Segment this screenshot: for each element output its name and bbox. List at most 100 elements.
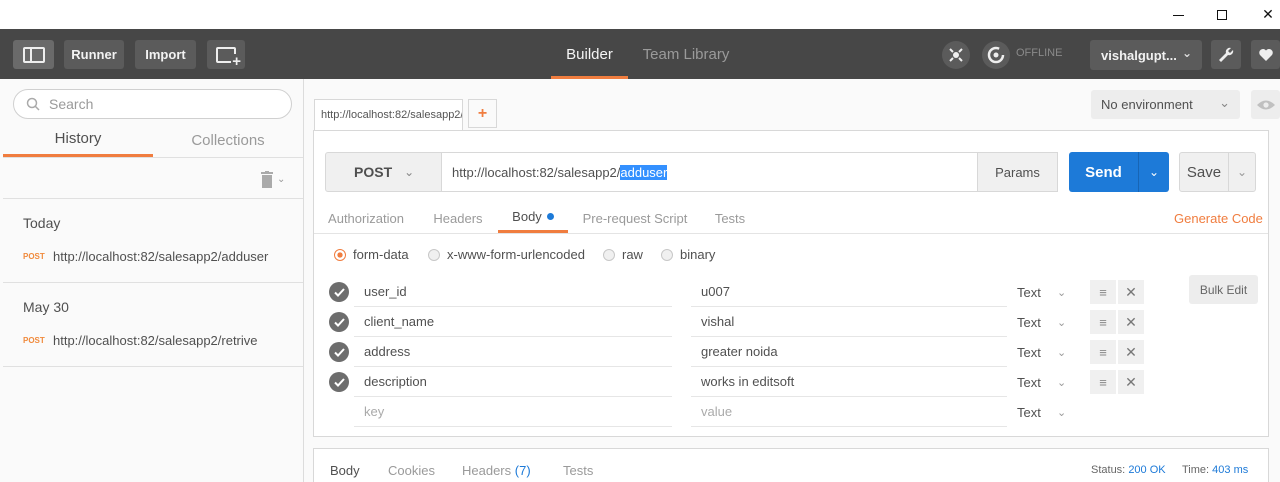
search-icon: [26, 97, 40, 111]
body-mode-urlencoded[interactable]: x-www-form-urlencoded: [428, 247, 585, 262]
body-mode-raw[interactable]: raw: [603, 247, 643, 262]
status-value: 200 OK: [1128, 464, 1166, 476]
chevron-down-icon: ⌄: [1057, 376, 1067, 389]
divider: [314, 233, 1268, 234]
response-tab-tests[interactable]: Tests: [563, 463, 593, 478]
sidebar: Search History Collections ⌄ Today POST …: [0, 79, 304, 482]
delete-row-button[interactable]: ✕: [1118, 310, 1144, 334]
tab-body[interactable]: Body: [498, 203, 568, 233]
row-enabled-checkbox[interactable]: [329, 342, 349, 362]
add-tab-button[interactable]: +: [468, 99, 497, 128]
value-input[interactable]: greater noida: [691, 337, 1007, 367]
maximize-button[interactable]: [1199, 0, 1245, 29]
user-menu-button[interactable]: vishalgupt... ⌄: [1090, 40, 1202, 70]
response-tab-headers[interactable]: Headers (7): [462, 463, 531, 478]
key-input[interactable]: user_id: [354, 277, 672, 307]
row-enabled-checkbox[interactable]: [329, 312, 349, 332]
body-mode-label: x-www-form-urlencoded: [447, 247, 585, 262]
heart-button[interactable]: [1251, 40, 1280, 69]
drag-handle[interactable]: ≡: [1090, 370, 1116, 394]
environment-quick-look-button[interactable]: [1251, 90, 1280, 119]
close-icon: ✕: [1125, 283, 1137, 300]
settings-button[interactable]: [1211, 40, 1241, 69]
save-button[interactable]: Save: [1179, 152, 1229, 192]
environment-value: No environment: [1101, 97, 1193, 112]
close-button[interactable]: ✕: [1245, 0, 1280, 29]
send-button[interactable]: Send: [1069, 152, 1138, 192]
time-label: Time:: [1182, 464, 1210, 476]
value-input[interactable]: works in editsoft: [691, 367, 1007, 397]
radio-selected-icon: [334, 248, 346, 261]
close-icon: ✕: [1125, 373, 1137, 390]
checkmark-icon: [333, 287, 345, 297]
method-select[interactable]: POST ⌄: [325, 152, 442, 192]
tab-tests[interactable]: Tests: [706, 203, 754, 233]
runner-button[interactable]: Runner: [64, 40, 124, 69]
row-enabled-checkbox[interactable]: [329, 282, 349, 302]
response-tab-body[interactable]: Body: [330, 463, 360, 478]
satellite-icon: [949, 48, 963, 62]
url-input[interactable]: http://localhost:82/salesapp2/adduser: [441, 152, 978, 192]
method-badge: POST: [23, 336, 45, 345]
response-tab-cookies[interactable]: Cookies: [388, 463, 435, 478]
key-input[interactable]: key: [354, 397, 672, 427]
key-input[interactable]: address: [354, 337, 672, 367]
type-select[interactable]: Text ⌄: [1017, 307, 1077, 337]
drag-handle[interactable]: ≡: [1090, 340, 1116, 364]
interceptor-button[interactable]: [942, 41, 970, 69]
drag-handle[interactable]: ≡: [1090, 310, 1116, 334]
body-mode-binary[interactable]: binary: [661, 247, 715, 262]
type-select[interactable]: Text ⌄: [1017, 397, 1077, 427]
history-item-url: http://localhost:82/salesapp2/retrive: [53, 333, 258, 348]
params-button[interactable]: Params: [977, 152, 1058, 192]
type-value: Text: [1017, 374, 1041, 390]
radio-icon: [428, 248, 440, 261]
history-item-url: http://localhost:82/salesapp2/adduser: [53, 249, 269, 264]
url-text: http://localhost:82/salesapp2/: [452, 164, 621, 180]
chevron-down-icon: ⌄: [404, 165, 415, 179]
window-titlebar: ✕: [0, 0, 1280, 29]
history-item[interactable]: POST http://localhost:82/salesapp2/addus…: [23, 249, 268, 264]
import-button[interactable]: Import: [135, 40, 196, 69]
save-options-button[interactable]: ⌄: [1228, 152, 1256, 192]
delete-row-button[interactable]: ✕: [1118, 340, 1144, 364]
sync-status-button[interactable]: [982, 41, 1010, 69]
toggle-sidebar-button[interactable]: [13, 40, 54, 69]
key-input[interactable]: description: [354, 367, 672, 397]
type-value: Text: [1017, 284, 1041, 300]
tab-headers[interactable]: Headers: [426, 203, 490, 233]
tab-history[interactable]: History: [3, 123, 153, 157]
generate-code-link[interactable]: Generate Code: [1174, 211, 1263, 226]
close-icon: ✕: [1125, 343, 1137, 360]
drag-handle[interactable]: ≡: [1090, 280, 1116, 304]
minimize-button[interactable]: [1155, 0, 1201, 29]
tab-pre-request-script[interactable]: Pre-request Script: [578, 203, 692, 233]
tab-collections[interactable]: Collections: [153, 123, 303, 157]
type-select[interactable]: Text ⌄: [1017, 337, 1077, 367]
key-input[interactable]: client_name: [354, 307, 672, 337]
chevron-down-icon: ⌄: [1057, 316, 1067, 329]
value-input[interactable]: u007: [691, 277, 1007, 307]
bulk-edit-button[interactable]: Bulk Edit: [1189, 275, 1258, 304]
type-select[interactable]: Text ⌄: [1017, 277, 1077, 307]
send-options-button[interactable]: ⌄: [1138, 152, 1169, 192]
value-input[interactable]: value: [691, 397, 1007, 427]
form-data-new-row: key value Text ⌄: [314, 397, 1268, 427]
value-input[interactable]: vishal: [691, 307, 1007, 337]
new-tab-button[interactable]: +: [207, 40, 245, 69]
tab-authorization[interactable]: Authorization: [320, 203, 412, 233]
delete-row-button[interactable]: ✕: [1118, 280, 1144, 304]
environment-select[interactable]: No environment ⌄: [1091, 90, 1240, 119]
chevron-down-icon: ⌄: [1057, 286, 1067, 299]
request-tab[interactable]: http://localhost:82/salesapp2/adduser: [314, 99, 463, 130]
url-selected-text: adduser: [620, 164, 668, 180]
body-mode-form-data[interactable]: form-data: [334, 247, 409, 262]
type-select[interactable]: Text ⌄: [1017, 367, 1077, 397]
clear-history-button[interactable]: ⌄: [260, 169, 290, 189]
row-enabled-checkbox[interactable]: [329, 372, 349, 392]
delete-row-button[interactable]: ✕: [1118, 370, 1144, 394]
tab-builder[interactable]: Builder: [551, 29, 628, 79]
search-input[interactable]: Search: [13, 89, 292, 119]
tab-team-library[interactable]: Team Library: [636, 29, 736, 79]
history-item[interactable]: POST http://localhost:82/salesapp2/retri…: [23, 333, 258, 348]
